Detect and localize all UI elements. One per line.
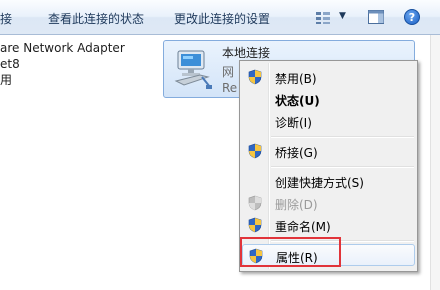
- preview-pane-icon[interactable]: [368, 10, 384, 24]
- menu-item-diagnose[interactable]: 诊断(I): [242, 110, 415, 132]
- annotation-highlight-box: [240, 237, 341, 267]
- adapter-name: 本地连接: [222, 46, 271, 60]
- menu-item-label: 重命名(M): [275, 220, 331, 234]
- menu-item-create-shortcut[interactable]: 创建快捷方式(S): [242, 170, 415, 192]
- toolbar-view-status-button[interactable]: 查看此连接的状态: [48, 10, 144, 27]
- menu-item-disable[interactable]: 禁用(B): [242, 66, 415, 88]
- shield-icon: [248, 143, 262, 159]
- menu-item-rename[interactable]: 重命名(M): [242, 214, 415, 236]
- toolbar-connect-button[interactable]: 连接: [0, 10, 12, 27]
- shield-icon: [248, 69, 262, 85]
- menu-item-label: 状态(U): [275, 94, 320, 108]
- menu-item-label: 创建快捷方式(S): [275, 176, 364, 190]
- adapter-item-left[interactable]: are Network Adapter et8 用: [0, 40, 150, 88]
- adapter-left-status: 用: [0, 73, 13, 87]
- menu-item-label: 诊断(I): [275, 116, 312, 130]
- toolbar-change-settings-button[interactable]: 更改此连接的设置: [174, 10, 270, 27]
- adapter-left-name: are Network Adapter: [0, 41, 125, 55]
- menu-item-bridge[interactable]: 桥接(G): [242, 140, 415, 162]
- shield-icon: [248, 217, 262, 233]
- scrollbar[interactable]: [430, 35, 440, 290]
- adapter-network-label: 网: [222, 65, 235, 79]
- network-adapter-icon: [174, 50, 212, 89]
- menu-item-label: 禁用(B): [275, 72, 317, 86]
- menu-item-label: 桥接(G): [275, 146, 318, 160]
- menu-separator: [271, 166, 414, 168]
- menu-separator: [271, 136, 414, 138]
- views-grid-icon: [316, 12, 330, 24]
- help-icon[interactable]: ?: [404, 9, 420, 25]
- menu-item-status[interactable]: 状态(U): [242, 88, 415, 110]
- shield-icon-disabled: [248, 195, 262, 211]
- menu-item-delete: 删除(D): [242, 192, 415, 214]
- adapter-status-label: Re: [222, 81, 238, 95]
- change-view-button[interactable]: ▼: [313, 9, 351, 27]
- menu-item-label: 删除(D): [275, 198, 318, 212]
- chevron-down-icon: ▼: [339, 11, 346, 21]
- command-toolbar: 连接 查看此连接的状态 更改此连接的设置 ▼ ?: [0, 0, 440, 35]
- adapter-left-network: et8: [0, 57, 20, 71]
